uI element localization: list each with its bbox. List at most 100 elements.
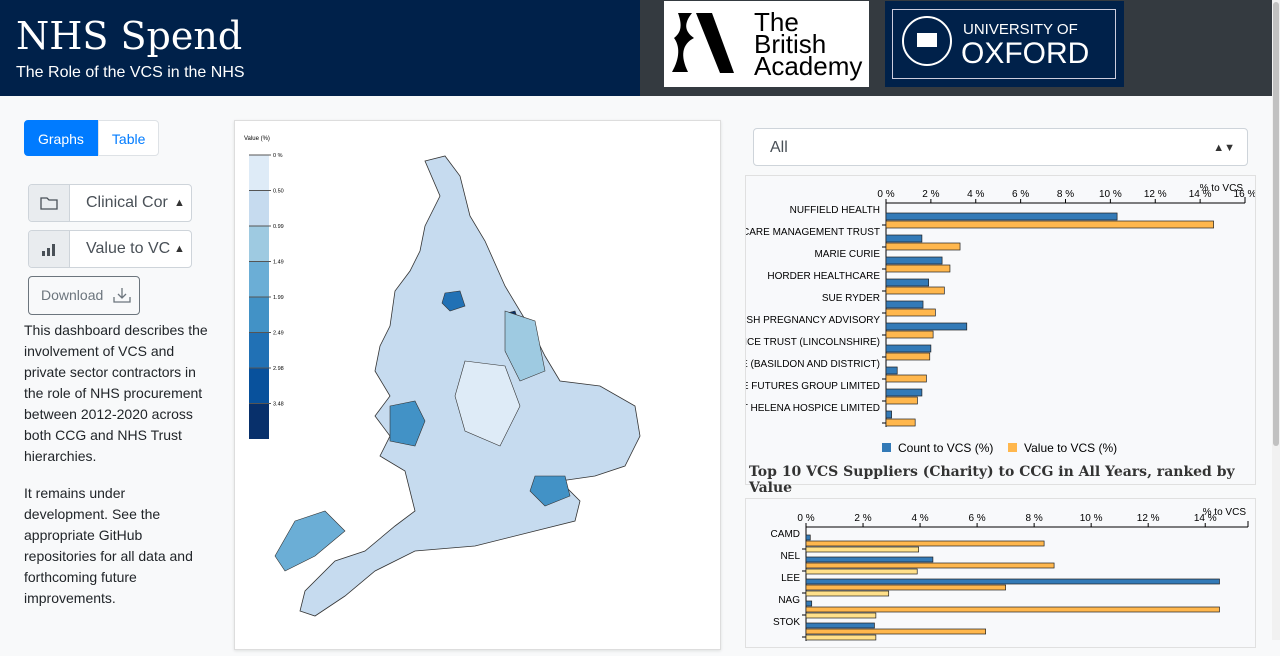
y-tick-label: STOK [773, 617, 800, 628]
svg-text:Academy: Academy [754, 51, 862, 81]
svg-text:OXFORD: OXFORD [961, 37, 1089, 70]
bar-st-barnabas-hospice-trust-lincolnshire--0 [885, 344, 932, 353]
metric-select-value: Value to VC [86, 240, 170, 257]
bar-nel-2 [805, 568, 918, 575]
legend-swatch [1008, 443, 1017, 452]
tab-table[interactable]: Table [97, 120, 160, 156]
top-suppliers-chart-card: % to VCS 0 % 2 % 4 % 6 % 8 % 10 % 12 % 14 % 16 % N… [643, 175, 1257, 496]
legend-swatch [249, 226, 269, 262]
bar-horder-healthcare-0 [885, 278, 929, 287]
y-label-line: CAMD [771, 529, 800, 540]
page-subtitle: The Role of the VCS in the NHS [16, 64, 245, 81]
legend-swatch [249, 368, 269, 404]
y-tick-label: NEL [781, 551, 801, 562]
legend-label: Value to VCS (%) [1024, 441, 1117, 455]
bar-chart-icon [29, 231, 70, 267]
bar-british-pregnancy-advisory-1 [885, 330, 934, 339]
bar-stok-2 [805, 634, 877, 641]
x-tick-label: 12 % [1144, 189, 1167, 200]
bar-sue-ryder-1 [885, 308, 936, 317]
y-tick-label: ALTERNATIVE FUTURES GROUP LIMITED [746, 381, 880, 392]
legend-swatch [249, 261, 269, 297]
bar-camd-0 [805, 534, 811, 541]
download-icon [113, 288, 131, 303]
y-label-line: NAG [778, 595, 800, 606]
legend-tick-label: 0.50 [273, 189, 284, 195]
x-tick-label: 14 % [1189, 189, 1212, 200]
bar-lee-2 [805, 590, 890, 597]
y-label-line: THE HEALTHCARE MANAGEMENT TRUST [746, 227, 880, 238]
sort-arrows-icon: ▲ [174, 243, 185, 255]
x-tick-label: 6 % [1012, 189, 1029, 200]
y-label-line: ST BARNABAS HOSPICE TRUST (LINCOLNSHIRE) [746, 337, 880, 348]
y-label-line: ALTERNATIVE FUTURES GROUP LIMITED [746, 381, 880, 392]
x-tick-label: 10 % [1080, 513, 1103, 524]
oxford-crest-icon: UNIVERSITY OFOXFORD [902, 16, 1089, 70]
download-button[interactable]: Download [28, 276, 140, 315]
bar-stok-1 [805, 628, 987, 635]
legend-tick-label: 2.98 [273, 366, 284, 372]
x-tick-label: 0 % [797, 513, 814, 524]
x-tick-label: 8 % [1057, 189, 1074, 200]
folder-icon [29, 185, 70, 221]
page-scrollbar[interactable] [1272, 0, 1280, 640]
bar-st-lukes-hospice-basildon-and-district--0 [885, 366, 898, 375]
bar-horder-healthcare-1 [885, 286, 945, 295]
bar-marie-curie-1 [885, 264, 951, 273]
bar-british-pregnancy-advisory-0 [885, 322, 968, 331]
bar-the-healthcare-management-trust-0 [885, 234, 923, 243]
y-label-line: NUFFIELD HEALTH [790, 205, 880, 216]
y-tick-label: ST BARNABAS HOSPICE TRUST (LINCOLNSHIRE) [746, 337, 880, 348]
bar-alternative-futures-group-limited-0 [885, 388, 923, 397]
legend-swatch [249, 297, 269, 333]
x-tick-label: 0 % [877, 189, 894, 200]
map-legend-title: Value (%) [244, 136, 270, 142]
download-label: Download [41, 287, 104, 303]
y-tick-label: BRITISH PREGNANCY ADVISORY [746, 315, 880, 326]
y-tick-label: ST HELENA HOSPICE LIMITED [746, 403, 880, 414]
y-tick-label: HORDER HEALTHCARE [767, 271, 880, 282]
bar-marie-curie-0 [885, 256, 943, 265]
legend-tick-label: 2.49 [273, 331, 284, 337]
y-label-line: ST HELENA HOSPICE LIMITED [746, 403, 880, 414]
y-label-line: BRITISH PREGNANCY ADVISORY [746, 315, 880, 326]
bar-sue-ryder-0 [885, 300, 924, 309]
bar-st-barnabas-hospice-trust-lincolnshire--1 [885, 352, 931, 361]
page-title: NHS Spend [16, 14, 243, 58]
legend-tick-label: 1.49 [273, 260, 284, 266]
bar-st-lukes-hospice-basildon-and-district--1 [885, 374, 927, 383]
filter-select-value: All [770, 139, 788, 156]
british-academy-logo[interactable]: The British Academy [664, 1, 869, 87]
y-tick-label: SUE RYDER [822, 293, 880, 304]
map-legend: 0 % 0.50 0.99 1.49 1.99 2.49 2.98 3.48 [249, 153, 284, 439]
y-tick-label: MARIE CURIE [814, 249, 880, 260]
bar-lee-0 [805, 578, 1220, 585]
y-label-line: LEE [781, 573, 800, 584]
metric-select[interactable]: Value to VC ▲ [28, 230, 192, 268]
hierarchy-select[interactable]: Clinical Cor ▲ [28, 184, 192, 222]
y-label-line: STOK [773, 617, 800, 628]
x-tick-label: 12 % [1137, 513, 1160, 524]
y-tick-label: LEE [781, 573, 800, 584]
filter-select[interactable]: All ▲▼ [753, 128, 1248, 166]
ba-mark-icon: TheBritishAcademy [672, 7, 862, 81]
bar-the-healthcare-management-trust-1 [885, 242, 961, 251]
y-label-line: MARIE CURIE [814, 249, 880, 260]
legend-swatch [882, 443, 891, 452]
y-label-line: SUE RYDER [822, 293, 880, 304]
x-tick-label: 2 % [854, 513, 871, 524]
y-tick-label: NUFFIELD HEALTH [790, 205, 880, 216]
x-tick-label: 16 % [1234, 189, 1255, 200]
legend-tick-label: 0 % [273, 153, 283, 159]
y-tick-label: THE HEALTHCARE MANAGEMENT TRUST [746, 227, 880, 238]
y-tick-label: ST LUKES HOSPICE (BASILDON AND DISTRICT) [746, 359, 880, 370]
bar-nuffield-health-0 [885, 212, 1118, 221]
bar-camd-1 [805, 540, 1045, 547]
bar-nag-0 [805, 600, 813, 607]
tab-graphs[interactable]: Graphs [24, 120, 98, 156]
x-tick-label: 2 % [922, 189, 939, 200]
oxford-logo[interactable]: UNIVERSITY OF OXFORD [885, 1, 1124, 87]
x-tick-label: 14 % [1194, 513, 1217, 524]
bar-stok-0 [805, 622, 875, 629]
ccg-chart-card: % to VCS 0 % 2 % 4 % 6 % 8 % 10 % 12 % 14 % CAMD N… [745, 498, 1256, 648]
